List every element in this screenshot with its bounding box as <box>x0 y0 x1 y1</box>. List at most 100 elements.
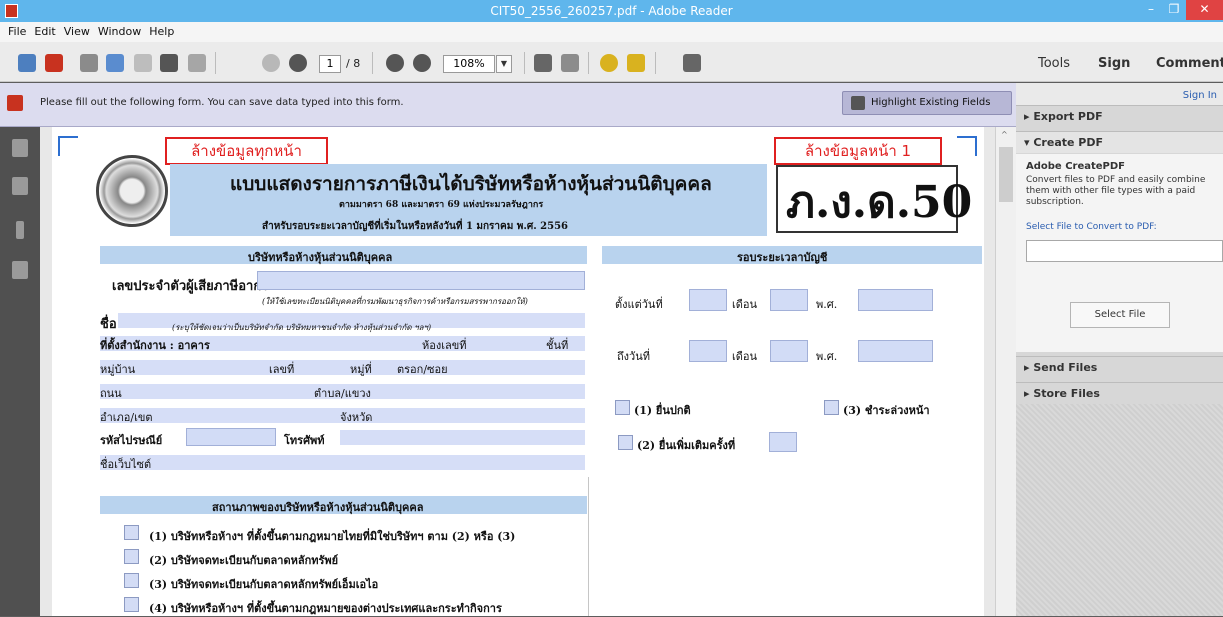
option-additional-label: (2) ยื่นเพิ่มเติมครั้งที่ <box>637 439 736 452</box>
signatures-icon[interactable] <box>12 261 28 279</box>
form-title: แบบแสดงรายการภาษีเงินได้บริษัทหรือห้างหุ… <box>230 173 712 195</box>
upload-icon[interactable] <box>106 54 124 72</box>
document-scrollbar[interactable]: ^ <box>995 127 1016 616</box>
page-number-input[interactable]: 1 <box>319 55 341 73</box>
status-3-checkbox[interactable] <box>124 573 139 588</box>
select-file-button[interactable]: Select File <box>1070 302 1170 328</box>
print-icon[interactable] <box>160 54 178 72</box>
scrollbar-thumb[interactable] <box>999 147 1013 202</box>
to-day-field[interactable] <box>689 340 727 362</box>
select-file-label: Select File to Convert to PDF: <box>1026 222 1157 232</box>
menu-help[interactable]: Help <box>149 25 174 38</box>
create-pdf-section[interactable]: ▾ Create PDF <box>1016 131 1223 153</box>
form-notice-text: Please fill out the following form. You … <box>40 97 404 108</box>
select-file-input[interactable] <box>1026 240 1223 262</box>
from-day-field[interactable] <box>689 289 727 311</box>
tools-pane: Sign In ▸ Export PDF ▾ Create PDF Adobe … <box>1016 83 1223 616</box>
zoom-in-icon[interactable] <box>413 54 431 72</box>
fit-page-icon[interactable] <box>534 54 552 72</box>
close-button[interactable]: ✕ <box>1186 0 1223 20</box>
status-1-label: (1) บริษัทหรือห้างฯ ที่ตั้งขึ้นตามกฎหมาย… <box>149 530 516 543</box>
tab-comment[interactable]: Comment <box>1156 56 1223 71</box>
phone-field[interactable] <box>340 430 585 445</box>
office-label: ที่ตั้งสำนักงาน : อาคาร <box>100 339 210 352</box>
minimize-button[interactable]: – <box>1140 0 1162 20</box>
status-2-checkbox[interactable] <box>124 549 139 564</box>
village-field[interactable] <box>100 360 585 375</box>
sign-in-link[interactable]: Sign In <box>1183 90 1217 101</box>
export-pdf-section[interactable]: ▸ Export PDF <box>1016 105 1223 127</box>
edit-icon[interactable] <box>80 54 98 72</box>
from-month-label: เดือน <box>732 298 758 311</box>
clear-page-button[interactable]: ล้างข้อมูลหน้า 1 <box>774 137 942 165</box>
from-month-field[interactable] <box>770 289 808 311</box>
title-bar: CIT50_2556_260257.pdf - Adobe Reader – ❐… <box>0 0 1223 22</box>
highlight-fields-icon <box>851 96 865 110</box>
create-pdf-label: Create PDF <box>1033 136 1103 149</box>
createpdf-title: Adobe CreatePDF <box>1026 161 1126 172</box>
store-files-section[interactable]: ▸ Store Files <box>1016 382 1223 404</box>
previous-page-icon[interactable] <box>262 54 280 72</box>
fullscreen-icon[interactable] <box>683 54 701 72</box>
website-field[interactable] <box>100 455 585 470</box>
status-2-label: (2) บริษัทจดทะเบียนกับตลาดหลักทรัพย์ <box>149 554 339 567</box>
zoom-dropdown-icon[interactable]: ▼ <box>496 55 512 73</box>
province-label: จังหวัด <box>340 411 373 424</box>
toolbar: 1 / 8 108% ▼ Tools Sign Comment <box>0 42 1223 82</box>
form-notice-bar: Please fill out the following form. You … <box>0 83 1016 127</box>
option-normal-label: (1) ยื่นปกติ <box>634 404 691 417</box>
to-day-label: ถึงวันที่ <box>617 350 650 363</box>
email-icon[interactable] <box>188 54 206 72</box>
fit-width-icon[interactable] <box>561 54 579 72</box>
menu-file[interactable]: File <box>8 25 26 38</box>
bookmarks-icon[interactable] <box>12 177 28 195</box>
from-year-field[interactable] <box>858 289 933 311</box>
section-status: สถานภาพของบริษัทหรือห้างหุ้นส่วนนิติบุคค… <box>212 501 424 514</box>
menu-view[interactable]: View <box>64 25 90 38</box>
send-files-section[interactable]: ▸ Send Files <box>1016 356 1223 378</box>
district-label: อำเภอ/เขต <box>100 411 153 424</box>
to-year-field[interactable] <box>858 340 933 362</box>
zoom-out-icon[interactable] <box>386 54 404 72</box>
page-thumbnails-icon[interactable] <box>12 139 28 157</box>
postcode-field[interactable] <box>186 428 276 446</box>
to-month-field[interactable] <box>770 340 808 362</box>
restore-button[interactable]: ❐ <box>1163 0 1185 20</box>
room-label: ห้องเลขที่ <box>422 339 467 352</box>
highlight-fields-button[interactable]: Highlight Existing Fields <box>842 91 1012 115</box>
taxid-note: (ให้ใช้เลขทะเบียนนิติบุคคลที่กรมพัฒนาธุร… <box>262 297 528 306</box>
page-count: / 8 <box>346 57 361 70</box>
status-1-checkbox[interactable] <box>124 525 139 540</box>
menu-edit[interactable]: Edit <box>34 25 55 38</box>
revenue-department-seal <box>96 155 168 227</box>
status-4-checkbox[interactable] <box>124 597 139 612</box>
additional-number-field[interactable] <box>769 432 797 452</box>
clear-all-pages-button[interactable]: ล้างข้อมูลทุกหน้า <box>165 137 328 165</box>
option-normal-checkbox[interactable] <box>615 400 630 415</box>
to-year-label: พ.ศ. <box>816 350 838 363</box>
document-area: ล้างข้อมูลทุกหน้า ล้างข้อมูลหน้า 1 แบบแส… <box>40 127 995 616</box>
taxid-label: เลขประจำตัวผู้เสียภาษีอากร <box>112 279 269 294</box>
name-label: ชื่อ <box>100 317 117 332</box>
option-prepay-checkbox[interactable] <box>824 400 839 415</box>
createpdf-description: Convert files to PDF and easily combine … <box>1026 175 1206 207</box>
comment-icon[interactable] <box>600 54 618 72</box>
menu-window[interactable]: Window <box>98 25 141 38</box>
form-notice-icon <box>7 95 23 111</box>
tab-tools[interactable]: Tools <box>1038 56 1070 71</box>
create-pdf-icon[interactable] <box>45 54 63 72</box>
next-page-icon[interactable] <box>289 54 307 72</box>
open-icon[interactable] <box>18 54 36 72</box>
save-icon[interactable] <box>134 54 152 72</box>
attachments-icon[interactable] <box>16 221 24 239</box>
highlight-icon[interactable] <box>627 54 645 72</box>
postcode-label: รหัสไปรษณีย์ <box>100 434 163 447</box>
subdistrict-label: ตำบล/แขวง <box>314 387 371 400</box>
option-additional-checkbox[interactable] <box>618 435 633 450</box>
taxid-field[interactable] <box>257 271 585 290</box>
pdf-page: ล้างข้อมูลทุกหน้า ล้างข้อมูลหน้า 1 แบบแส… <box>52 127 984 616</box>
tab-sign[interactable]: Sign <box>1098 56 1130 71</box>
form-law: ตามมาตรา 68 และมาตรา 69 แห่งประมวลรัษฎาก… <box>339 200 544 210</box>
zoom-level-input[interactable]: 108% <box>443 55 495 73</box>
name-note: (ระบุให้ชัดเจนว่าเป็นบริษัทจำกัด บริษัทม… <box>172 323 432 332</box>
